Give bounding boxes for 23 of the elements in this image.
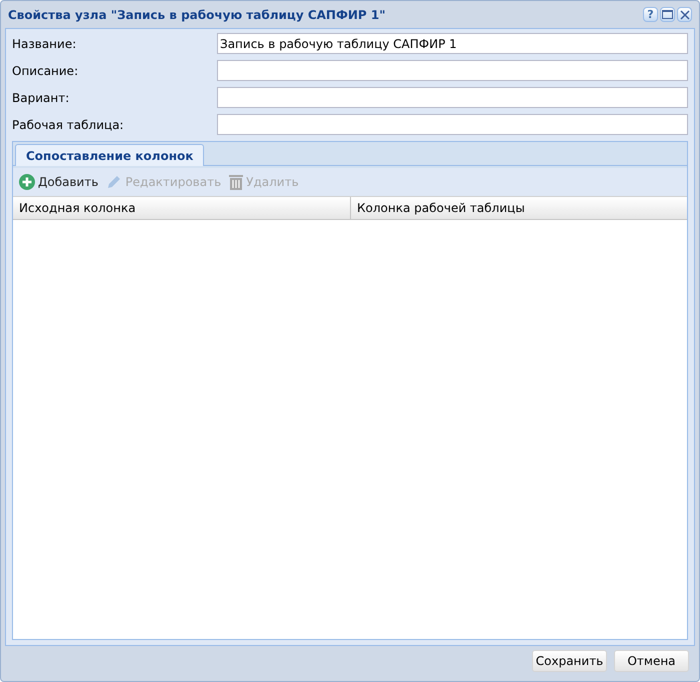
dialog-button[interactable]: Отмена [614, 650, 689, 672]
plus-icon [19, 174, 35, 190]
input-field[interactable] [217, 60, 688, 81]
help-button[interactable]: ? [643, 7, 658, 22]
field-label: Название: [12, 36, 78, 52]
field-label: Рабочая таблица: [12, 116, 125, 134]
column-header[interactable]: Исходная колонка [13, 197, 351, 219]
toolbar-button[interactable]: Добавить [17, 171, 100, 193]
close-icon [680, 10, 690, 20]
column-header[interactable]: Колонка рабочей таблицы [351, 197, 687, 219]
tab[interactable]: Сопоставление колонок [15, 144, 204, 166]
maximize-icon [662, 10, 673, 19]
close-button[interactable] [677, 7, 692, 22]
dialog-button[interactable]: Сохранить [532, 650, 607, 672]
window-title: Свойства узла "Запись в рабочую таблицу САПФИР 1" [8, 6, 386, 24]
pencil-icon [106, 174, 122, 190]
input-field[interactable] [217, 87, 688, 108]
maximize-button[interactable] [660, 7, 675, 22]
field-label: Вариант: [12, 90, 70, 106]
field-label: Описание: [12, 62, 80, 80]
input-field[interactable] [217, 114, 688, 135]
input-field[interactable]: Запись в рабочую таблицу САПФИР 1 [217, 33, 688, 54]
trash-icon [229, 174, 244, 190]
